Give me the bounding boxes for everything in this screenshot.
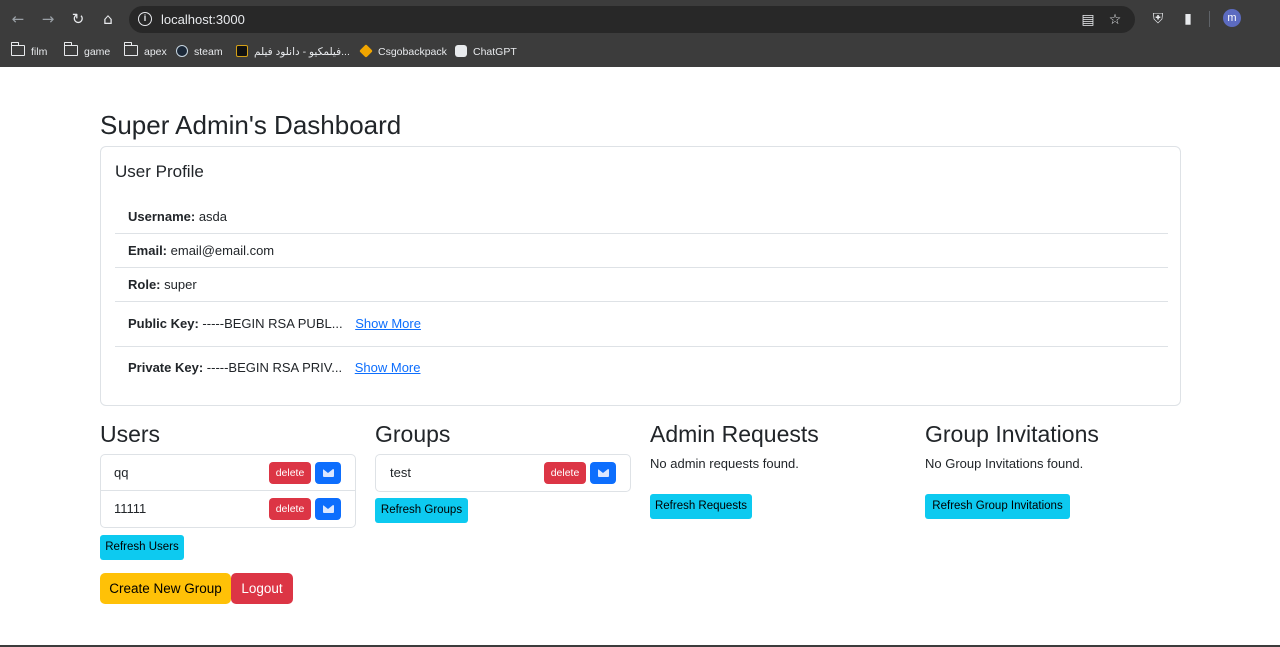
profile-heading: User Profile [115,162,204,181]
email-label: Email: [128,243,168,258]
address-bar[interactable]: i localhost:3000 ▤ ☆ [129,6,1135,33]
list-item: qq delete [101,455,355,491]
steam-icon [176,45,188,57]
user-profile-card: User Profile Username: asda Email: email… [100,146,1181,406]
home-icon[interactable]: ⌂ [98,9,118,29]
refresh-group-invitations-button[interactable]: Refresh Group Invitations [925,494,1070,519]
bookmark-apex[interactable]: apex [123,42,167,61]
list-item: 11111 delete [101,491,355,527]
profile-public-key-row: Public Key: -----BEGIN RSA PUBL... Show … [115,316,1168,347]
bookmark-star-icon[interactable]: ☆ [1106,11,1124,29]
public-key-value: -----BEGIN RSA PUBL... [202,316,343,331]
groups-heading: Groups [375,421,451,447]
bookmark-game[interactable]: game [63,42,110,61]
admin-requests-section: Admin Requests No admin requests found. … [650,420,906,519]
profile-avatar[interactable]: m [1223,9,1241,27]
invite-group-button[interactable] [590,462,616,484]
user-name: 11111 [114,501,147,516]
site-info-icon[interactable]: i [138,12,152,26]
groups-list: test delete [375,454,631,492]
create-new-group-button[interactable]: Create New Group [100,573,231,604]
browser-chrome: ← → ↻ ⌂ i localhost:3000 ▤ ☆ ⛨ ▮ m film … [0,0,1280,67]
private-key-value: -----BEGIN RSA PRIV... [206,360,343,375]
toolbar-divider [1209,11,1210,27]
profile-role-row: Role: super [115,277,1168,302]
users-section: Users qq delete 11111 delete Refresh Use… [100,420,356,560]
bookmark-filmkio[interactable]: فیلمکیو - دانلود فیلم... [236,43,350,61]
folder-icon [123,42,138,56]
address-url[interactable]: localhost:3000 [161,11,245,28]
refresh-groups-button[interactable]: Refresh Groups [375,498,468,523]
group-invitations-section: Group Invitations No Group Invitations f… [925,420,1181,519]
role-label: Role: [128,277,161,292]
public-key-show-more-link[interactable]: Show More [355,316,421,331]
list-item: test delete [376,455,630,491]
install-app-icon[interactable]: ▤ [1079,11,1097,29]
browser-toolbar: ← → ↻ ⌂ i localhost:3000 ▤ ☆ ⛨ ▮ m [0,0,1280,38]
chatgpt-icon [455,45,467,57]
group-invitations-empty-text: No Group Invitations found. [925,456,1084,471]
delete-group-button[interactable]: delete [544,462,586,484]
shield-extension-icon[interactable]: ⛨ [1148,9,1168,29]
bookmark-csgobackpack[interactable]: Csgobackpack [359,43,447,61]
invite-user-button[interactable] [315,462,341,484]
public-key-label: Public Key: [128,316,199,331]
username-value: asda [198,209,228,224]
invite-user-button[interactable] [315,498,341,520]
forward-icon[interactable]: → [38,9,58,29]
group-name: test [390,465,411,480]
delete-user-button[interactable]: delete [269,498,311,520]
mail-icon [323,505,334,513]
logout-button[interactable]: Logout [231,573,293,604]
bookmark-chatgpt[interactable]: ChatGPT [455,43,517,61]
mail-icon [323,469,334,477]
delete-user-button[interactable]: delete [269,462,311,484]
email-value: email@email.com [170,243,275,258]
back-icon[interactable]: ← [8,9,28,29]
page-title: Super Admin's Dashboard [100,110,402,140]
role-value: super [164,277,197,292]
user-name: qq [114,465,129,480]
groups-section: Groups test delete Refresh Groups [375,420,631,523]
group-invitations-heading: Group Invitations [925,421,1099,447]
extensions-puzzle-icon[interactable]: ▮ [1178,9,1198,29]
private-key-label: Private Key: [128,360,204,375]
mail-icon [598,469,609,477]
page-content: Super Admin's Dashboard User Profile Use… [0,67,1280,645]
csgobackpack-icon [359,44,373,58]
refresh-requests-button[interactable]: Refresh Requests [650,494,752,519]
profile-username-row: Username: asda [115,209,1168,234]
profile-private-key-row: Private Key: -----BEGIN RSA PRIV... Show… [115,360,1168,385]
admin-requests-heading: Admin Requests [650,421,819,447]
bookmarks-bar: film game apex steam فیلمکیو - دانلود فی… [0,38,1280,67]
profile-email-row: Email: email@email.com [115,243,1168,268]
reload-icon[interactable]: ↻ [68,9,88,29]
bookmark-film[interactable]: film [10,42,47,61]
users-list: qq delete 11111 delete [100,454,356,528]
bookmark-steam[interactable]: steam [176,43,223,61]
users-heading: Users [100,421,161,447]
username-label: Username: [128,209,196,224]
folder-icon [63,42,78,56]
private-key-show-more-link[interactable]: Show More [355,360,421,375]
admin-requests-empty-text: No admin requests found. [650,456,799,471]
filmkio-icon [236,45,248,57]
folder-icon [10,42,25,56]
refresh-users-button[interactable]: Refresh Users [100,535,184,560]
